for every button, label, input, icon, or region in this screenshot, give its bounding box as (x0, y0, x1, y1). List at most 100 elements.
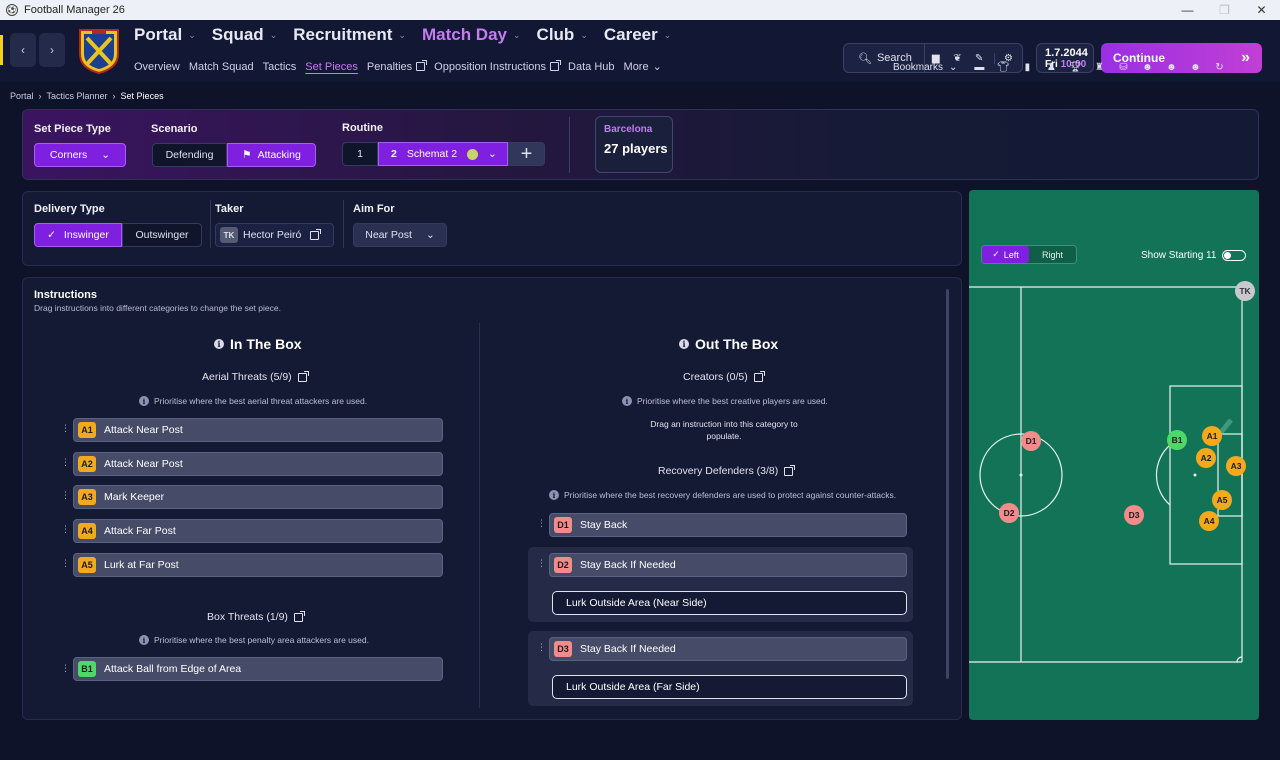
taker-selector[interactable]: TK Hector Peiró (215, 223, 334, 247)
marker-a1[interactable]: A1 (1202, 426, 1222, 446)
drag-handle-icon[interactable]: ⋮⋮ (537, 519, 556, 528)
submenu-penalties[interactable]: Penalties (367, 60, 428, 73)
instruction-row-a1[interactable]: A1 Attack Near Post (73, 418, 443, 442)
add-routine-button[interactable]: + (508, 142, 545, 166)
club-crest-icon[interactable] (76, 26, 122, 74)
submenu-tactics[interactable]: Tactics (263, 60, 297, 73)
breadcrumb-portal[interactable]: Portal (10, 91, 34, 101)
show-starting-toggle[interactable]: Show Starting 11 (1141, 250, 1247, 261)
side-left-button[interactable]: ✓ Left (982, 246, 1029, 263)
fans-icon[interactable]: ☻ (1135, 62, 1159, 73)
trophy-icon[interactable]: 🏆︎ (1063, 62, 1087, 73)
marker-d2[interactable]: D2 (999, 503, 1019, 523)
aerial-threats-category[interactable]: Aerial Threats (5/9) (202, 370, 309, 383)
instruction-row-a2[interactable]: A2 Attack Near Post (73, 452, 443, 476)
submenu-set-pieces[interactable]: Set Pieces (305, 60, 358, 73)
sub-instruction-d3[interactable]: Lurk Outside Area (Far Side) (552, 675, 907, 699)
drag-handle-icon[interactable]: ⋮⋮ (61, 559, 80, 568)
submenu-overview[interactable]: Overview (134, 60, 180, 73)
marker-a2[interactable]: A2 (1196, 448, 1216, 468)
menu-squad[interactable]: Squad ⌄ (212, 25, 278, 45)
instruction-row-d2[interactable]: D2 Stay Back If Needed (549, 553, 907, 577)
marker-a3[interactable]: A3 (1226, 456, 1246, 476)
instruction-row-a4[interactable]: A4 Attack Far Post (73, 519, 443, 543)
minimize-button[interactable]: — (1169, 3, 1206, 17)
shirt-icon[interactable]: 👕︎ (991, 62, 1015, 73)
marker-d3[interactable]: D3 (1124, 505, 1144, 525)
team-summary-card[interactable]: Barcelona 27 players (595, 116, 673, 173)
toggle-switch[interactable] (1222, 250, 1247, 261)
outswinger-button[interactable]: Outswinger (122, 223, 202, 247)
menu-match-day[interactable]: Match Day ⌄ (422, 25, 521, 45)
menu-portal[interactable]: Portal ⌄ (134, 25, 196, 45)
drag-handle-icon[interactable]: ⋮⋮ (61, 458, 80, 467)
recovery-defenders-category[interactable]: Recovery Defenders (3/8) (658, 464, 796, 477)
info-icon[interactable]: i (214, 339, 224, 349)
back-arrow-button[interactable]: ‹ (10, 33, 36, 67)
badge-d1: D1 (554, 517, 572, 533)
pitch-diagram (969, 286, 1243, 663)
report-icon[interactable]: ▮ (1015, 62, 1039, 73)
drag-handle-icon[interactable]: ⋮⋮ (537, 559, 556, 568)
box-threats-category[interactable]: Box Threats (1/9) (207, 610, 305, 623)
marker-tk[interactable]: TK (1235, 281, 1255, 301)
instruction-row-d3[interactable]: D3 Stay Back If Needed (549, 637, 907, 661)
instruction-row-a3[interactable]: A3 Mark Keeper (73, 485, 443, 509)
drag-handle-icon[interactable]: ⋮⋮ (61, 424, 80, 433)
bookmarks-dropdown[interactable]: Bookmarks ⌄ (893, 62, 957, 73)
chevron-down-icon: ⌄ (398, 29, 406, 40)
aim-for-dropdown[interactable]: Near Post ⌄ (353, 223, 447, 247)
board-icon[interactable]: ☻ (1159, 62, 1183, 73)
marker-a4[interactable]: A4 (1199, 511, 1219, 531)
finances-icon[interactable]: ⛁ (1111, 62, 1135, 73)
marker-d1[interactable]: D1 (1021, 431, 1041, 451)
info-icon[interactable]: i (679, 339, 689, 349)
top-navigation: ‹ › Portal ⌄ Squad ⌄ Recruitment ⌄ Match Da… (0, 20, 1280, 82)
side-right-button[interactable]: Right (1029, 246, 1076, 263)
submenu-match-squad[interactable]: Match Squad (189, 60, 254, 73)
scenario-attacking-button[interactable]: ⚑ Attacking (227, 143, 316, 167)
instruction-row-b1[interactable]: B1 Attack Ball from Edge of Area (73, 657, 443, 681)
breadcrumb-tactics-planner[interactable]: Tactics Planner (47, 91, 108, 101)
instruction-row-d1[interactable]: D1 Stay Back (549, 513, 907, 537)
external-link-icon (297, 370, 309, 382)
chevron-down-icon: ⌄ (101, 149, 111, 161)
drag-handle-icon[interactable]: ⋮⋮ (61, 664, 80, 673)
menu-club[interactable]: Club ⌄ (537, 25, 588, 45)
submenu-opposition-instructions[interactable]: Opposition Instructions (434, 60, 562, 73)
creators-category[interactable]: Creators (0/5) (683, 370, 765, 383)
drag-handle-icon[interactable]: ⋮⋮ (61, 525, 80, 534)
submenu-data-hub[interactable]: Data Hub (568, 60, 614, 73)
instructions-title: Instructions (34, 289, 97, 301)
instructions-scrollbar[interactable] (946, 289, 949, 679)
instruction-row-a5[interactable]: A5 Lurk at Far Post (73, 553, 443, 577)
sub-instruction-d2[interactable]: Lurk Outside Area (Near Side) (552, 591, 907, 615)
menu-recruitment[interactable]: Recruitment ⌄ (293, 25, 406, 45)
set-piece-type-dropdown[interactable]: Corners ⌄ (34, 143, 126, 167)
marker-a5[interactable]: A5 (1212, 490, 1232, 510)
badge-a2: A2 (78, 456, 96, 472)
refresh-icon[interactable]: ↻ (1207, 62, 1231, 73)
taker-name: Hector Peiró (243, 229, 302, 241)
routine-2-dropdown[interactable]: 2 Schemat 2 ⌄ (378, 142, 508, 166)
chat-icon[interactable]: ▬ (967, 62, 991, 73)
column-divider (479, 323, 480, 708)
inswinger-button[interactable]: ✓ Inswinger (34, 223, 122, 247)
maximize-button[interactable]: ❐ (1206, 3, 1243, 17)
marker-b1[interactable]: B1 (1167, 430, 1187, 450)
scenario-defending-button[interactable]: Defending (152, 143, 227, 167)
forward-arrow-button[interactable]: › (39, 33, 65, 67)
taker-badge: TK (220, 227, 238, 243)
out-the-box-heading: i Out The Box (679, 336, 778, 352)
close-button[interactable]: ✕ (1243, 3, 1280, 17)
people-icon[interactable]: ☻ (1183, 62, 1207, 73)
routine-1-button[interactable]: 1 (342, 142, 378, 166)
drag-handle-icon[interactable]: ⋮⋮ (61, 491, 80, 500)
trophy-alt-icon[interactable]: ♜ (1087, 62, 1111, 73)
creators-empty-message: Drag an instruction into this category t… (650, 419, 798, 441)
submenu-more[interactable]: More ⌄ (624, 60, 662, 74)
ball-icon (467, 148, 479, 160)
staff-icon[interactable]: ♟ (1039, 62, 1063, 73)
drag-handle-icon[interactable]: ⋮⋮ (537, 643, 556, 652)
menu-career[interactable]: Career ⌄ (604, 25, 671, 45)
